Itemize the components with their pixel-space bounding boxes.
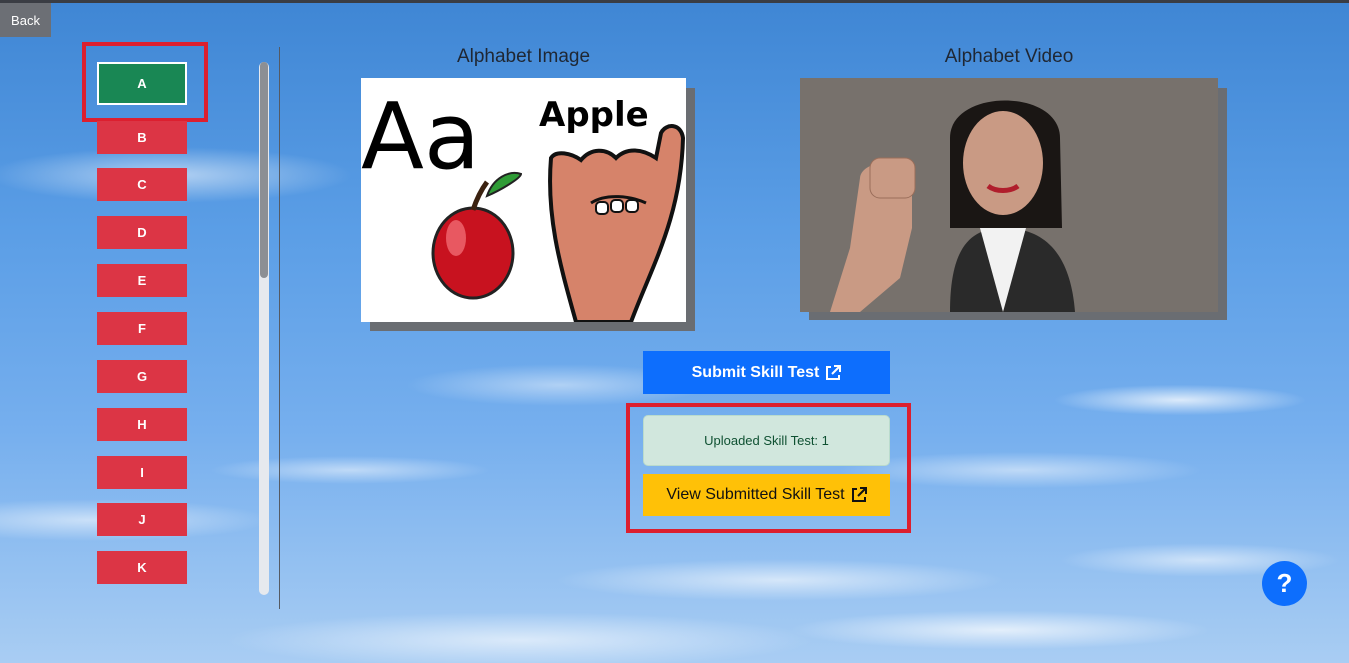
letter-sidebar: A B C D E F G H I J K xyxy=(82,42,212,602)
big-letters-text: Aa xyxy=(361,83,480,190)
view-submitted-skill-test-button[interactable]: View Submitted Skill Test xyxy=(643,474,890,516)
alphabet-video-heading: Alphabet Video xyxy=(944,46,1074,67)
alphabet-video-player[interactable] xyxy=(800,78,1218,312)
external-link-icon xyxy=(826,364,842,380)
letter-button-j[interactable]: J xyxy=(97,503,187,536)
letter-button-c[interactable]: C xyxy=(97,168,187,201)
sidebar-scrollbar[interactable] xyxy=(259,62,269,595)
letter-button-a[interactable]: A xyxy=(97,62,187,105)
letter-button-g[interactable]: G xyxy=(97,360,187,393)
top-border xyxy=(0,0,1349,3)
letter-button-k[interactable]: K xyxy=(97,551,187,584)
apple-sign-illustration: Aa Apple xyxy=(361,83,686,322)
external-link-icon xyxy=(851,487,867,502)
letter-button-f[interactable]: F xyxy=(97,312,187,345)
letter-button-h[interactable]: H xyxy=(97,408,187,441)
letter-button-b[interactable]: B xyxy=(97,121,187,154)
uploaded-skill-test-alert: Uploaded Skill Test: 1 xyxy=(643,415,890,466)
help-button[interactable]: ? xyxy=(1262,561,1307,606)
signer-video-frame xyxy=(800,78,1218,312)
apple-icon xyxy=(431,172,523,300)
apple-word-text: Apple xyxy=(539,95,649,135)
back-button[interactable]: Back xyxy=(0,3,51,37)
sidebar-scroll-thumb[interactable] xyxy=(260,62,268,278)
alphabet-image-heading: Alphabet Image xyxy=(456,46,591,67)
alphabet-image: Aa Apple xyxy=(361,78,686,322)
letter-button-i[interactable]: I xyxy=(97,456,187,489)
sidebar-divider xyxy=(279,47,280,609)
sign-hand-icon xyxy=(548,124,686,322)
submit-skill-test-button[interactable]: Submit Skill Test xyxy=(643,351,890,394)
letter-button-d[interactable]: D xyxy=(97,216,187,249)
view-submitted-label: View Submitted Skill Test xyxy=(666,486,845,503)
letter-button-e[interactable]: E xyxy=(97,264,187,297)
submit-skill-test-label: Submit Skill Test xyxy=(691,363,820,381)
